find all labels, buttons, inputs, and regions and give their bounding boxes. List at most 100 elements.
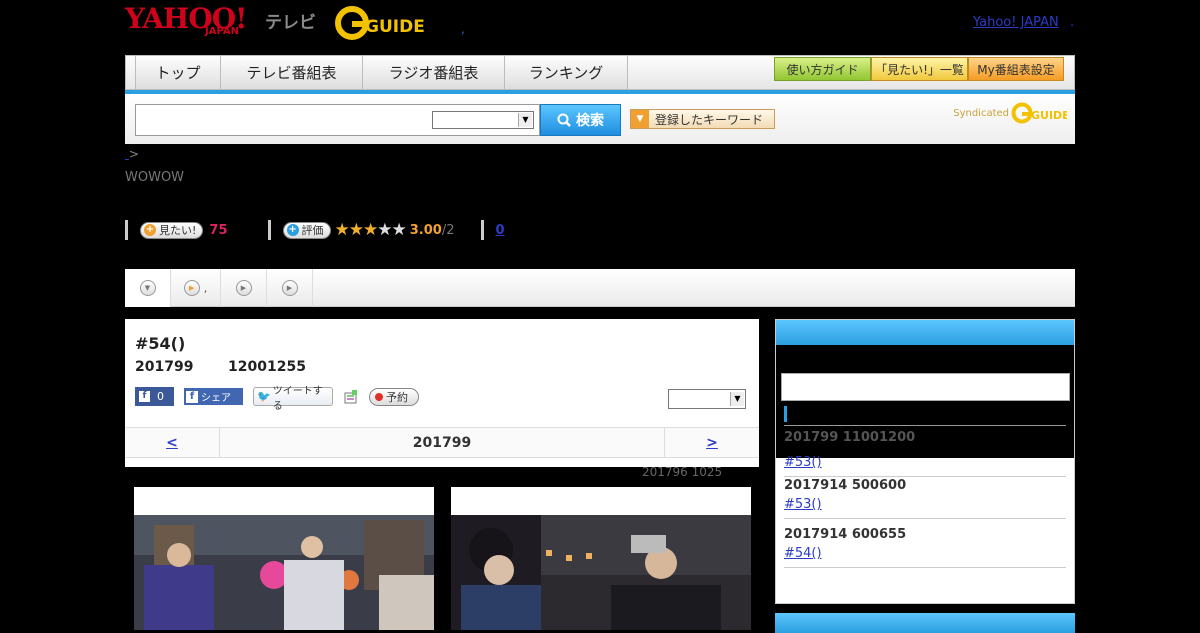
list-item-date: 2017914 500600 bbox=[784, 478, 907, 493]
record-icon bbox=[375, 392, 383, 401]
episode-list: #53() 2017914 500600 #53() 2017914 60065… bbox=[776, 455, 1074, 603]
reserve-label: 予約 bbox=[386, 390, 408, 404]
want-to-watch-button[interactable]: + 見たい! bbox=[140, 221, 204, 239]
want-to-watch-label: 見たい! bbox=[159, 224, 197, 237]
recorder-select[interactable]: ▼ bbox=[668, 389, 746, 409]
list-item: 2017914 500600 #53() bbox=[784, 478, 1066, 519]
star-icon: ★ bbox=[391, 220, 407, 240]
facebook-like-button[interactable]: f 0 bbox=[135, 387, 174, 406]
search-button-label: 検索 bbox=[576, 113, 604, 129]
panel-header bbox=[776, 320, 1074, 345]
list-separator bbox=[784, 476, 1066, 477]
star-icon: ★ bbox=[363, 220, 378, 240]
star-icon: ★ bbox=[334, 220, 350, 240]
subtab-overview[interactable]: ▼ bbox=[125, 269, 171, 307]
saved-keywords-label: 登録したキーワード bbox=[655, 112, 764, 127]
want-list-button[interactable]: 「見たい!」一覧 bbox=[871, 57, 968, 81]
saved-keywords-button[interactable]: ▼ 登録したキーワード bbox=[630, 109, 775, 129]
nav-tab-top[interactable]: トップ bbox=[135, 56, 220, 89]
nav-tab-tv-listings[interactable]: テレビ番組表 bbox=[220, 56, 362, 89]
header-separator: , bbox=[461, 22, 465, 36]
list-item-date: 201799 11001200 bbox=[784, 430, 916, 445]
previous-episode-link[interactable]: < bbox=[125, 428, 220, 457]
guide-button[interactable]: 使い方ガイド bbox=[774, 57, 871, 81]
comment-count-link[interactable]: 0 bbox=[496, 223, 505, 238]
episode-title: #54() bbox=[135, 334, 186, 353]
search-category-select[interactable]: ▼ bbox=[432, 111, 534, 129]
tv-logo-text[interactable]: テレビ bbox=[265, 8, 316, 33]
search-button[interactable]: 検索 bbox=[540, 104, 621, 136]
breadcrumb: > bbox=[125, 147, 139, 161]
search-bar: ▼ 検索 ▼ 登録したキーワード Syndicated GUIDE bbox=[125, 94, 1075, 144]
syndicated-label: Syndicated bbox=[953, 107, 1009, 119]
twitter-bird-icon: 🐦 bbox=[257, 390, 271, 403]
episode-card: #54() 201799 12001255 f 0 f シェア 🐦 ツイートする… bbox=[125, 319, 759, 467]
main-nav: トップ テレビ番組表 ラジオ番組表 ランキング 使い方ガイド 「見たい!」一覧 … bbox=[125, 55, 1075, 90]
clip-icon[interactable] bbox=[343, 389, 359, 405]
yahoo-logo-japan: JAPAN bbox=[205, 26, 239, 37]
section-divider bbox=[784, 425, 1066, 426]
syndicated-gguide-badge: Syndicated GUIDE bbox=[953, 102, 1067, 124]
list-separator bbox=[784, 518, 1066, 519]
play-icon: ▶ bbox=[235, 280, 252, 296]
breadcrumb-separator: > bbox=[128, 147, 139, 161]
list-item: #53() bbox=[784, 451, 1066, 477]
subtab-3[interactable]: ▶ bbox=[267, 269, 313, 307]
list-item-date: 2017914 600655 bbox=[784, 527, 907, 542]
episode-link[interactable]: #53() bbox=[784, 455, 867, 470]
nav-tab-ranking[interactable]: ランキング bbox=[504, 56, 628, 89]
stats-divider bbox=[267, 220, 271, 240]
next-episode-link[interactable]: > bbox=[664, 428, 759, 457]
scene-photo-2 bbox=[451, 515, 751, 630]
rating-stars: ★★★★★ bbox=[334, 220, 407, 240]
related-episodes-panel: 201799 11001200 #53() 2017914 500600 #53… bbox=[775, 319, 1075, 604]
episode-link[interactable]: #53() bbox=[784, 497, 867, 512]
svg-text:GUIDE: GUIDE bbox=[1031, 109, 1067, 122]
rating-count: /2 bbox=[441, 222, 455, 238]
rate-button[interactable]: + 評価 bbox=[282, 221, 331, 239]
subtab-2[interactable]: ▶ bbox=[221, 269, 267, 307]
plus-icon: + bbox=[144, 224, 156, 236]
search-icon bbox=[557, 113, 571, 127]
program-subtabs: ▼ ▶ , ▶ ▶ bbox=[125, 269, 1075, 307]
plus-icon: + bbox=[286, 224, 299, 236]
list-item: 201799 11001200 bbox=[784, 430, 1066, 445]
my-listings-settings-button[interactable]: My番組表設定 bbox=[968, 57, 1064, 81]
facebook-icon: f bbox=[186, 390, 198, 403]
chevron-down-icon: ▼ bbox=[730, 392, 744, 406]
list-item: 2017914 600655 #54() bbox=[784, 527, 1066, 568]
episode-pager: < 201799 > bbox=[125, 427, 759, 458]
nav-tab-radio-listings[interactable]: ラジオ番組表 bbox=[362, 56, 504, 89]
site-header: YAHOO! JAPAN テレビ GUIDE , Yahoo! JAPAN . bbox=[125, 0, 1075, 55]
gguide-logo[interactable]: GUIDE bbox=[335, 6, 432, 40]
subtab-1-label: , bbox=[203, 281, 208, 295]
chevron-down-icon: ▼ bbox=[518, 113, 532, 127]
episode-link[interactable]: #54() bbox=[784, 546, 867, 561]
reserve-button[interactable]: 予約 bbox=[369, 387, 419, 406]
star-icon: ★ bbox=[377, 220, 392, 240]
episode-date: 201799 bbox=[135, 359, 194, 375]
scene-photo-card-2[interactable] bbox=[451, 487, 751, 630]
rate-label: 評価 bbox=[301, 224, 324, 237]
updated-timestamp: 201796 1025 bbox=[642, 465, 723, 479]
want-count: 75 bbox=[209, 222, 228, 238]
facebook-icon: f bbox=[139, 391, 150, 402]
stats-divider bbox=[480, 220, 484, 240]
yahoo-japan-link[interactable]: Yahoo! JAPAN bbox=[973, 15, 1059, 30]
play-icon: ▶ bbox=[281, 280, 298, 296]
star-icon: ★ bbox=[348, 220, 364, 240]
play-icon: ▶ bbox=[183, 280, 200, 296]
stats-divider bbox=[125, 220, 128, 240]
rating-value: 3.00 bbox=[409, 222, 442, 238]
tweet-button[interactable]: 🐦 ツイートする bbox=[253, 386, 333, 412]
episode-time: 12001255 bbox=[228, 359, 306, 375]
panel-search-input[interactable] bbox=[781, 373, 1070, 401]
social-buttons: f 0 f シェア 🐦 ツイートする 予約 bbox=[135, 386, 419, 412]
section-marker bbox=[784, 406, 787, 422]
scene-photo-card-1[interactable] bbox=[134, 487, 434, 630]
facebook-share-button[interactable]: f シェア bbox=[184, 388, 243, 405]
triangle-down-icon: ▼ bbox=[631, 110, 649, 128]
tweet-label: ツイートする bbox=[272, 385, 323, 412]
subtab-1[interactable]: ▶ , bbox=[171, 269, 221, 307]
svg-text:GUIDE: GUIDE bbox=[365, 17, 425, 37]
